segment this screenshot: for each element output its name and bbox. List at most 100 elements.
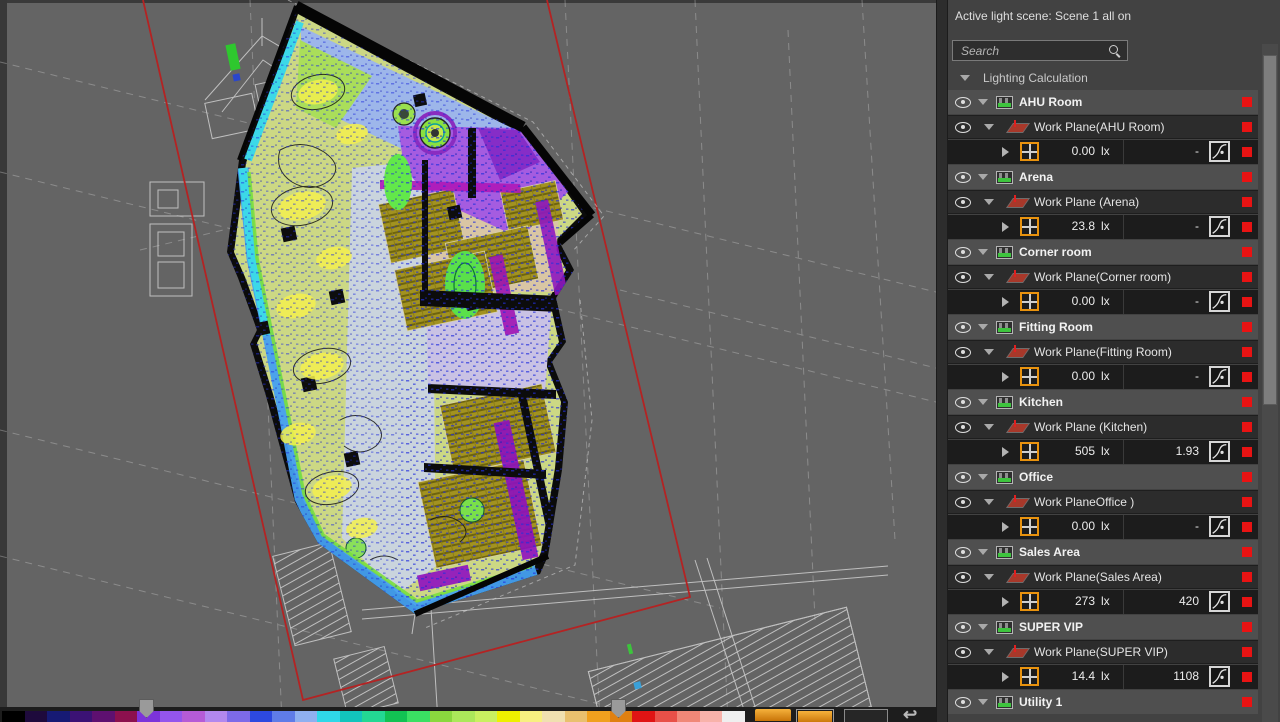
eye-icon[interactable]	[955, 421, 971, 433]
isolines-icon[interactable]	[1209, 441, 1230, 462]
room-row[interactable]: AHU Room	[948, 90, 1258, 114]
eye-icon[interactable]	[955, 471, 971, 483]
eye-icon[interactable]	[955, 696, 971, 708]
value-row[interactable]: 0.00 lx -	[948, 140, 1258, 164]
isolines-icon[interactable]	[1209, 141, 1230, 162]
isolines-icon[interactable]	[1209, 291, 1230, 312]
scale-swatch[interactable]	[452, 711, 475, 722]
isolines-icon[interactable]	[1209, 366, 1230, 387]
value-row[interactable]: 0.00 lx -	[948, 290, 1258, 314]
value-row[interactable]: 0.00 lx -	[948, 515, 1258, 539]
calc-grid-icon[interactable]	[1020, 517, 1039, 536]
chevron-down-icon[interactable]	[984, 124, 994, 130]
scale-swatch[interactable]	[699, 711, 722, 722]
expander-icon[interactable]	[1002, 447, 1009, 457]
eye-icon[interactable]	[955, 346, 971, 358]
eye-icon[interactable]	[955, 196, 971, 208]
scale-swatch[interactable]	[92, 711, 115, 722]
chevron-down-icon[interactable]	[978, 474, 988, 480]
work-plane-row[interactable]: Work Plane(Fitting Room)	[948, 340, 1258, 364]
eye-icon[interactable]	[955, 171, 971, 183]
scale-swatch[interactable]	[69, 711, 92, 722]
scale-swatch[interactable]	[182, 711, 205, 722]
chevron-down-icon[interactable]	[984, 199, 994, 205]
scale-swatch[interactable]	[474, 711, 497, 722]
eye-icon[interactable]	[955, 646, 971, 658]
room-row[interactable]: Kitchen	[948, 390, 1258, 414]
scale-swatch[interactable]	[362, 711, 385, 722]
scale-swatch[interactable]	[632, 711, 655, 722]
expander-icon[interactable]	[1002, 672, 1009, 682]
eye-icon[interactable]	[955, 621, 971, 633]
room-row[interactable]: Office	[948, 465, 1258, 489]
scale-preset-button[interactable]	[755, 709, 791, 721]
room-row[interactable]: Fitting Room	[948, 315, 1258, 339]
room-row[interactable]: SUPER VIP	[948, 615, 1258, 639]
floor-plan-viewport[interactable]	[0, 0, 936, 722]
expander-icon[interactable]	[1002, 222, 1009, 232]
calc-grid-icon[interactable]	[1020, 592, 1039, 611]
panel-scrollbar-thumb[interactable]	[1263, 55, 1277, 405]
isolines-icon[interactable]	[1209, 516, 1230, 537]
work-plane-row[interactable]: Work Plane (Arena)	[948, 190, 1258, 214]
isolines-icon[interactable]	[1209, 216, 1230, 237]
calc-grid-icon[interactable]	[1020, 142, 1039, 161]
isolines-icon[interactable]	[1209, 591, 1230, 612]
scale-preset-empty-button[interactable]	[844, 709, 888, 722]
expander-icon[interactable]	[1002, 147, 1009, 157]
search-icon[interactable]	[1108, 44, 1121, 57]
chevron-down-icon[interactable]	[984, 499, 994, 505]
chevron-down-icon[interactable]	[978, 174, 988, 180]
chevron-down-icon[interactable]	[978, 324, 988, 330]
value-row[interactable]: 23.8 lx -	[948, 215, 1258, 239]
expander-icon[interactable]	[1002, 522, 1009, 532]
search-input[interactable]	[953, 41, 1111, 60]
eye-icon[interactable]	[955, 321, 971, 333]
work-plane-row[interactable]: Work Plane(Corner room)	[948, 265, 1258, 289]
work-plane-row[interactable]: Work Plane(SUPER VIP)	[948, 640, 1258, 664]
scale-swatch[interactable]	[519, 711, 542, 722]
value-row[interactable]: 505 lx 1.93	[948, 440, 1258, 464]
room-row[interactable]: Utility 1	[948, 690, 1258, 714]
scale-swatch[interactable]	[429, 711, 452, 722]
scale-swatch[interactable]	[587, 711, 610, 722]
scale-swatch[interactable]	[317, 711, 340, 722]
value-row[interactable]: 273 lx 420	[948, 590, 1258, 614]
eye-icon[interactable]	[955, 496, 971, 508]
calc-grid-icon[interactable]	[1020, 292, 1039, 311]
expander-icon[interactable]	[1002, 597, 1009, 607]
calc-grid-icon[interactable]	[1020, 667, 1039, 686]
chevron-down-icon[interactable]	[984, 274, 994, 280]
eye-icon[interactable]	[955, 96, 971, 108]
scale-swatch[interactable]	[339, 711, 362, 722]
calc-grid-icon[interactable]	[1020, 217, 1039, 236]
chevron-down-icon[interactable]	[978, 399, 988, 405]
eye-icon[interactable]	[955, 271, 971, 283]
scale-swatch[interactable]	[564, 711, 587, 722]
scale-swatch[interactable]	[294, 711, 317, 722]
scale-swatch[interactable]	[407, 711, 430, 722]
chevron-down-icon[interactable]	[984, 649, 994, 655]
panel-scrollbar[interactable]	[1262, 44, 1278, 722]
undo-arrow-icon[interactable]: ↩	[903, 706, 917, 722]
work-plane-row[interactable]: Work Plane(Sales Area)	[948, 565, 1258, 589]
expander-icon[interactable]	[1002, 372, 1009, 382]
room-row[interactable]: Corner room	[948, 240, 1258, 264]
calc-grid-icon[interactable]	[1020, 442, 1039, 461]
scale-swatch[interactable]	[47, 711, 70, 722]
scale-swatch[interactable]	[384, 711, 407, 722]
scale-swatch[interactable]	[497, 711, 520, 722]
scale-swatch[interactable]	[159, 711, 182, 722]
eye-icon[interactable]	[955, 396, 971, 408]
scale-swatch[interactable]	[2, 711, 25, 722]
scale-swatch[interactable]	[249, 711, 272, 722]
isolines-icon[interactable]	[1209, 666, 1230, 687]
scale-swatch[interactable]	[272, 711, 295, 722]
chevron-down-icon[interactable]	[978, 624, 988, 630]
value-row[interactable]: 14.4 lx 1108	[948, 665, 1258, 689]
room-row[interactable]: Arena	[948, 165, 1258, 189]
tree-root-row[interactable]: Lighting Calculation	[948, 68, 1258, 88]
chevron-down-icon[interactable]	[984, 349, 994, 355]
chevron-down-icon[interactable]	[978, 99, 988, 105]
scale-swatch[interactable]	[227, 711, 250, 722]
